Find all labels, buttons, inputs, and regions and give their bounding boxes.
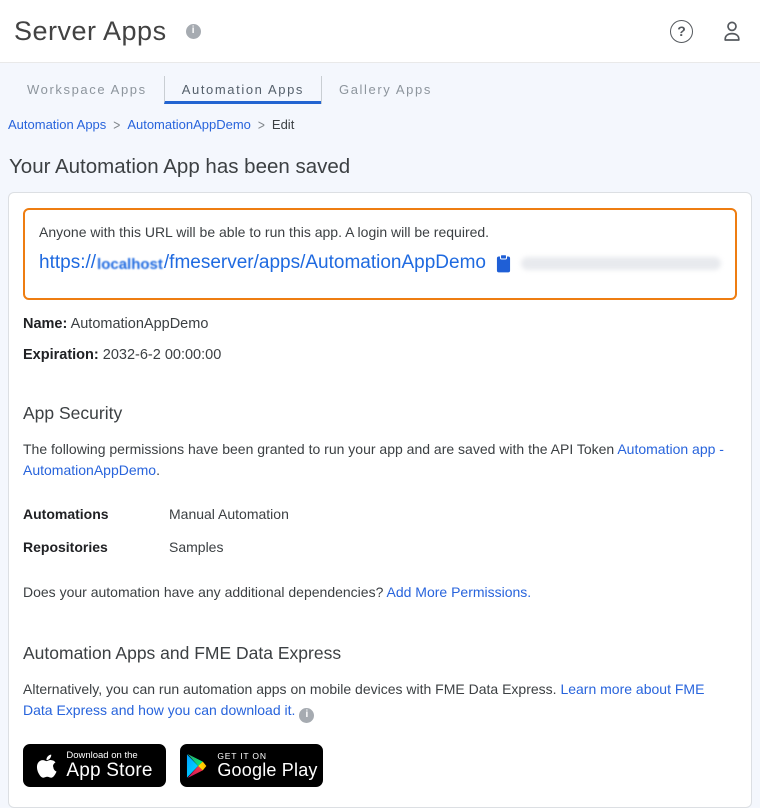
app-store-badge-title: App Store — [66, 759, 153, 781]
breadcrumb-app-name[interactable]: AutomationAppDemo — [127, 117, 251, 132]
tab-gallery-apps[interactable]: Gallery Apps — [321, 76, 449, 104]
google-play-badge[interactable]: GET IT ON Google Play — [180, 744, 323, 787]
breadcrumb-separator-icon: > — [257, 115, 265, 134]
url-scheme[interactable]: https:// — [39, 252, 96, 274]
saved-message-heading: Your Automation App has been saved — [9, 155, 351, 178]
store-badges: Download on the App Store GET IT ON Goog… — [23, 744, 737, 787]
breadcrumb-separator-icon: > — [113, 115, 121, 134]
name-value: AutomationAppDemo — [70, 316, 209, 332]
data-express-paragraph: Alternatively, you can run automation ap… — [23, 679, 737, 723]
url-redaction-smudge — [521, 256, 721, 270]
expiration-label: Expiration: — [23, 347, 99, 363]
permissions-table: Automations Manual Automation Repositori… — [23, 506, 737, 555]
expiration-value: 2032-6-2 00:00:00 — [102, 347, 222, 363]
tab-automation-apps[interactable]: Automation Apps — [163, 76, 322, 104]
table-row: Automations Manual Automation — [23, 506, 737, 522]
apple-logo-icon — [37, 754, 57, 778]
automations-value: Manual Automation — [169, 506, 289, 522]
automations-label: Automations — [23, 506, 109, 522]
security-description-end: . — [156, 462, 160, 478]
name-label: Name: — [23, 316, 68, 332]
repositories-label: Repositories — [23, 539, 108, 555]
dependencies-line: Does your automation have any additional… — [23, 582, 737, 603]
url-note: Anyone with this URL will be able to run… — [39, 224, 490, 240]
page-title: Server Apps — [14, 15, 167, 46]
google-play-logo-icon — [187, 753, 207, 778]
app-url: https:// localhost /fmeserver/apps/Autom… — [39, 252, 721, 274]
security-description-text: The following permissions have been gran… — [23, 441, 618, 457]
breadcrumb: Automation Apps > AutomationAppDemo > Ed… — [8, 115, 760, 134]
dependencies-text: Does your automation have any additional… — [23, 584, 387, 600]
help-icon[interactable]: ? — [670, 19, 693, 43]
data-express-text: Alternatively, you can run automation ap… — [23, 681, 561, 697]
app-header: Server Apps i ? — [0, 0, 760, 63]
app-details: Name: AutomationAppDemo Expiration: 2032… — [23, 316, 737, 363]
user-account-icon[interactable] — [720, 19, 744, 44]
url-host-redacted[interactable]: localhost — [97, 254, 163, 273]
add-more-permissions-link[interactable]: Add More Permissions. — [386, 584, 531, 600]
url-path[interactable]: /fmeserver/apps/AutomationAppDemo — [164, 252, 486, 274]
app-name-line: Name: AutomationAppDemo — [23, 316, 737, 332]
breadcrumb-edit: Edit — [271, 117, 295, 132]
clipboard-copy-icon — [496, 253, 511, 272]
repositories-value: Samples — [169, 539, 224, 555]
data-express-info-icon[interactable]: i — [299, 707, 315, 723]
google-play-badge-title: Google Play — [217, 759, 318, 780]
app-saved-card: Anyone with this URL will be able to run… — [8, 192, 752, 808]
security-description: The following permissions have been gran… — [23, 439, 737, 481]
app-security-heading: App Security — [23, 403, 123, 423]
app-url-box: Anyone with this URL will be able to run… — [23, 208, 737, 300]
apps-tab-bar: Workspace Apps Automation Apps Gallery A… — [10, 76, 760, 104]
copy-url-button[interactable] — [496, 253, 511, 273]
app-expiration-line: Expiration: 2032-6-2 00:00:00 — [23, 347, 737, 363]
breadcrumb-automation-apps[interactable]: Automation Apps — [8, 117, 106, 132]
title-info-icon[interactable]: i — [185, 23, 201, 39]
app-store-badge[interactable]: Download on the App Store — [23, 744, 166, 787]
tab-workspace-apps[interactable]: Workspace Apps — [10, 76, 164, 104]
table-row: Repositories Samples — [23, 539, 737, 555]
data-express-heading: Automation Apps and FME Data Express — [23, 643, 342, 663]
